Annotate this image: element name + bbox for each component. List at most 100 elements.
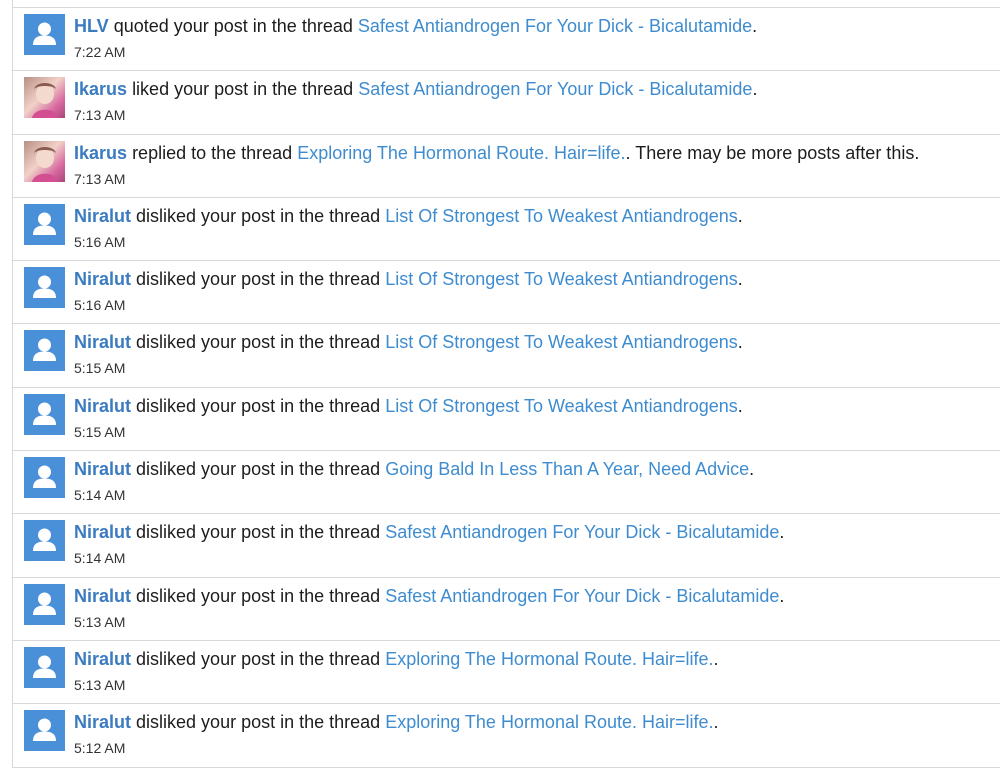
- username-link[interactable]: Ikarus: [74, 143, 127, 163]
- avatar[interactable]: [24, 140, 65, 182]
- username-link[interactable]: Niralut: [74, 206, 131, 226]
- suffix-text: .: [752, 79, 758, 100]
- timestamp: 5:12 AM: [74, 740, 126, 757]
- notification-text: Ikarus replied to the thread Exploring T…: [74, 141, 919, 165]
- notification-item: Niralut disliked your post in the thread…: [13, 451, 1000, 515]
- thread-link[interactable]: Exploring The Hormonal Route. Hair=life.: [297, 143, 625, 163]
- notification-item: Niralut disliked your post in the thread…: [13, 640, 1000, 705]
- username-link[interactable]: Niralut: [74, 649, 131, 669]
- thread-link[interactable]: Safest Antiandrogen For Your Dick - Bica…: [358, 16, 752, 36]
- avatar[interactable]: [24, 203, 65, 245]
- default-user-icon: [24, 14, 65, 55]
- notification-item: Niralut disliked your post in the thread…: [13, 261, 1000, 325]
- suffix-text: .: [713, 712, 719, 733]
- user-photo-icon: [24, 77, 65, 119]
- thread-link[interactable]: Exploring The Hormonal Route. Hair=life.: [385, 649, 713, 669]
- timestamp: 5:16 AM: [74, 233, 126, 250]
- username-link[interactable]: Niralut: [74, 522, 131, 542]
- thread-link[interactable]: List Of Strongest To Weakest Antiandroge…: [385, 332, 738, 352]
- notification-text: Niralut disliked your post in the thread…: [74, 647, 719, 671]
- avatar[interactable]: [24, 393, 65, 435]
- action-text: disliked your post in the thread: [136, 269, 381, 290]
- username-link[interactable]: Niralut: [74, 712, 131, 732]
- avatar[interactable]: [24, 14, 65, 55]
- avatar[interactable]: [24, 267, 65, 309]
- action-text: disliked your post in the thread: [136, 205, 381, 226]
- username-link[interactable]: Niralut: [74, 269, 131, 289]
- default-user-icon: [24, 203, 65, 245]
- avatar[interactable]: [24, 710, 65, 752]
- thread-link[interactable]: Safest Antiandrogen For Your Dick - Bica…: [385, 586, 779, 606]
- notification-list: HLV quoted your post in the thread Safes…: [12, 8, 1000, 768]
- list-top-border: [12, 0, 1000, 8]
- thread-link[interactable]: Safest Antiandrogen For Your Dick - Bica…: [358, 79, 752, 99]
- thread-link[interactable]: Going Bald In Less Than A Year, Need Adv…: [385, 459, 749, 479]
- timestamp: 5:16 AM: [74, 297, 126, 314]
- thread-link[interactable]: Exploring The Hormonal Route. Hair=life.: [385, 712, 713, 732]
- action-text: disliked your post in the thread: [136, 459, 381, 480]
- username-link[interactable]: Niralut: [74, 332, 131, 352]
- suffix-text: .: [737, 332, 743, 353]
- avatar[interactable]: [24, 77, 65, 119]
- timestamp: 5:13 AM: [74, 676, 126, 693]
- action-text: disliked your post in the thread: [136, 395, 381, 416]
- notification-text: Niralut disliked your post in the thread…: [74, 204, 743, 228]
- default-user-icon: [24, 457, 65, 499]
- suffix-text: .: [779, 522, 785, 543]
- action-text: replied to the thread: [132, 142, 293, 163]
- avatar[interactable]: [24, 520, 65, 562]
- thread-link[interactable]: List Of Strongest To Weakest Antiandroge…: [385, 206, 738, 226]
- default-user-icon: [24, 710, 65, 752]
- thread-link[interactable]: Safest Antiandrogen For Your Dick - Bica…: [385, 522, 779, 542]
- notification-item: Ikarus replied to the thread Exploring T…: [13, 134, 1000, 198]
- thread-link[interactable]: List Of Strongest To Weakest Antiandroge…: [385, 396, 738, 416]
- suffix-text: .: [752, 16, 758, 36]
- notification-item: Niralut disliked your post in the thread…: [13, 197, 1000, 262]
- notification-item: Niralut disliked your post in the thread…: [13, 577, 1000, 641]
- timestamp: 7:13 AM: [74, 107, 126, 124]
- suffix-text: .: [713, 648, 719, 669]
- avatar[interactable]: [24, 330, 65, 372]
- notification-item: Ikarus liked your post in the thread Saf…: [13, 71, 1000, 135]
- username-link[interactable]: Ikarus: [74, 79, 127, 99]
- notification-text: Niralut disliked your post in the thread…: [74, 520, 784, 544]
- notification-text: Ikarus liked your post in the thread Saf…: [74, 77, 757, 101]
- default-user-icon: [24, 330, 65, 372]
- notification-text: Niralut disliked your post in the thread…: [74, 584, 784, 608]
- default-user-icon: [24, 583, 65, 625]
- notification-text: HLV quoted your post in the thread Safes…: [74, 14, 757, 38]
- notification-text: Niralut disliked your post in the thread…: [74, 330, 743, 354]
- username-link[interactable]: Niralut: [74, 459, 131, 479]
- action-text: disliked your post in the thread: [136, 585, 381, 606]
- action-text: quoted your post in the thread: [113, 16, 353, 36]
- notification-text: Niralut disliked your post in the thread…: [74, 457, 754, 481]
- suffix-text: . There may be more posts after this.: [625, 142, 920, 163]
- notification-text: Niralut disliked your post in the thread…: [74, 267, 743, 291]
- action-text: disliked your post in the thread: [136, 712, 381, 733]
- suffix-text: .: [779, 585, 785, 606]
- action-text: disliked your post in the thread: [136, 648, 381, 669]
- suffix-text: .: [737, 205, 743, 226]
- default-user-icon: [24, 646, 65, 688]
- notification-item: Niralut disliked your post in the thread…: [13, 387, 1000, 452]
- notification-text: Niralut disliked your post in the thread…: [74, 394, 743, 418]
- timestamp: 5:14 AM: [74, 550, 126, 567]
- timestamp: 5:15 AM: [74, 360, 126, 377]
- notification-text: Niralut disliked your post in the thread…: [74, 710, 719, 734]
- username-link[interactable]: Niralut: [74, 396, 131, 416]
- user-photo-icon: [24, 140, 65, 182]
- username-link[interactable]: HLV: [74, 16, 109, 36]
- timestamp: 5:14 AM: [74, 487, 126, 504]
- action-text: disliked your post in the thread: [136, 522, 381, 543]
- username-link[interactable]: Niralut: [74, 586, 131, 606]
- avatar[interactable]: [24, 646, 65, 688]
- suffix-text: .: [737, 395, 743, 416]
- avatar[interactable]: [24, 583, 65, 625]
- avatar[interactable]: [24, 457, 65, 499]
- notification-item: Niralut disliked your post in the thread…: [13, 704, 1000, 768]
- notification-item: HLV quoted your post in the thread Safes…: [13, 8, 1000, 72]
- default-user-icon: [24, 267, 65, 309]
- suffix-text: .: [737, 269, 743, 290]
- thread-link[interactable]: List Of Strongest To Weakest Antiandroge…: [385, 269, 738, 289]
- timestamp: 5:15 AM: [74, 423, 126, 440]
